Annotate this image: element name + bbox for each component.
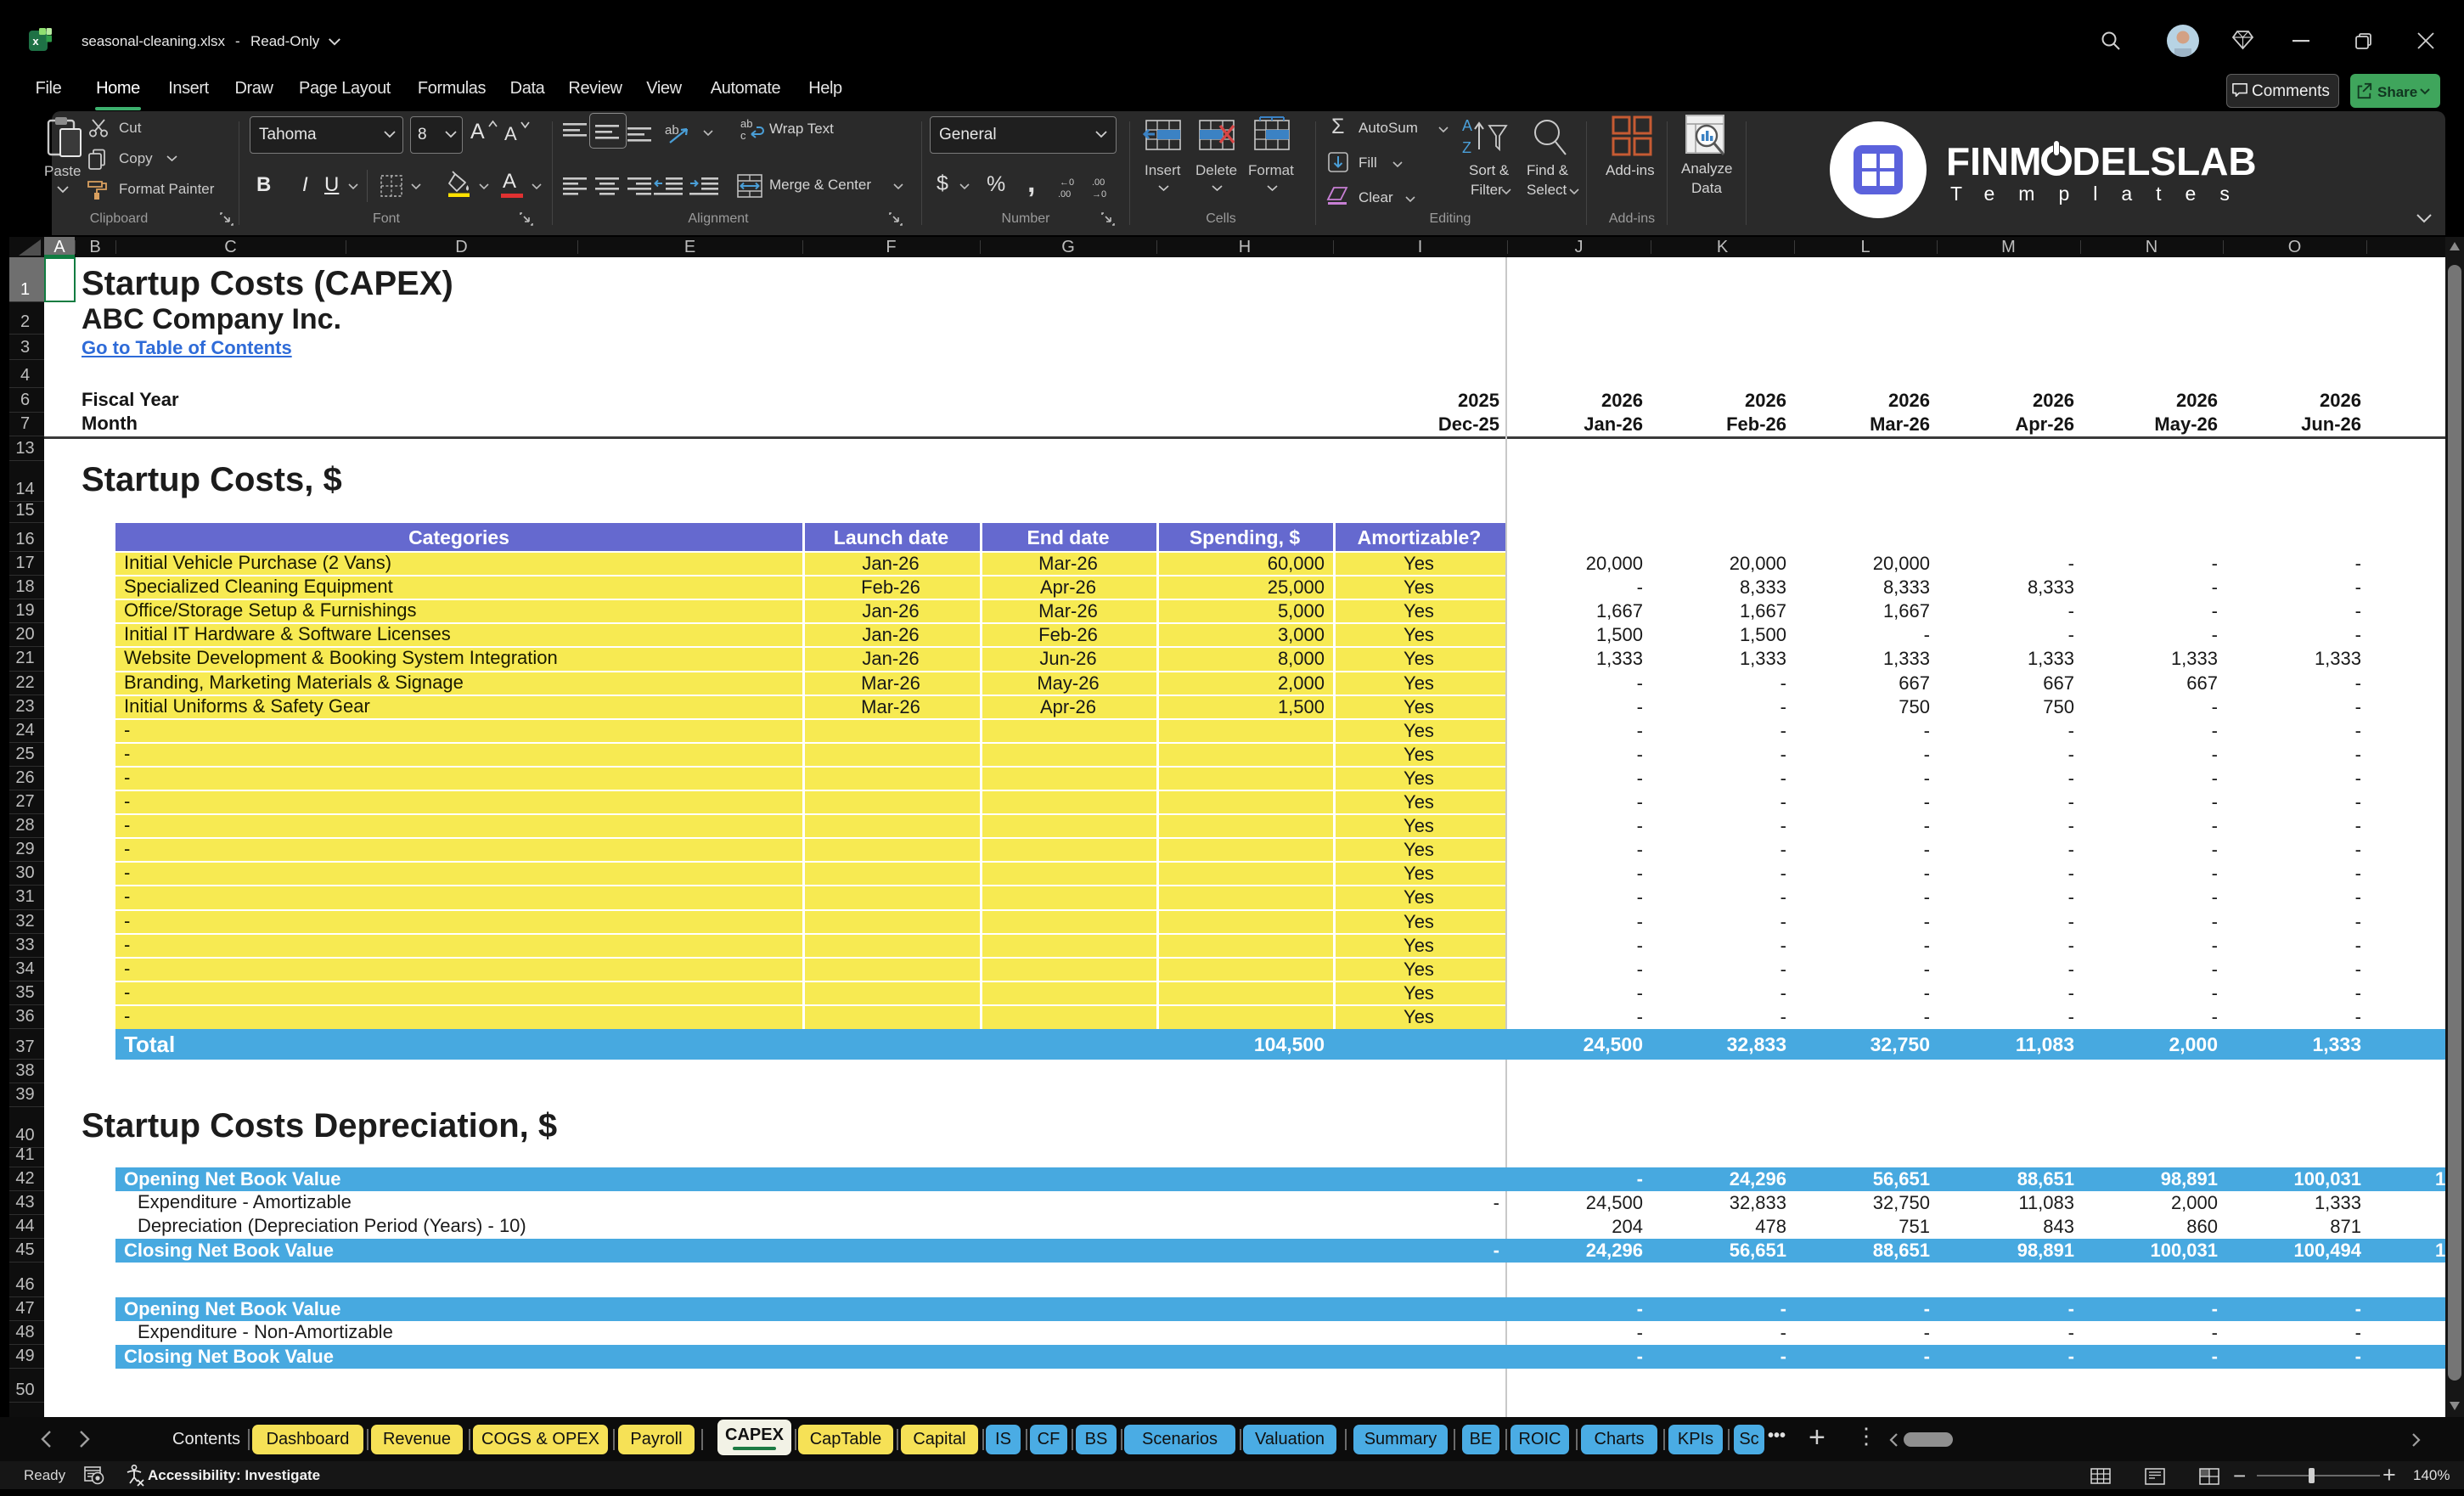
svg-text:A: A [1462, 117, 1472, 134]
svg-text:ab: ab [740, 117, 752, 130]
svg-text:Z: Z [1462, 139, 1471, 156]
svg-text:c: c [740, 129, 746, 142]
svg-text:.00: .00 [1058, 189, 1071, 200]
svg-text:ab: ab [665, 123, 679, 138]
svg-text:x: x [32, 35, 39, 48]
svg-text:←0: ←0 [1060, 177, 1074, 188]
svg-text:→0: →0 [1092, 189, 1106, 200]
svg-text:.00: .00 [1092, 177, 1105, 188]
